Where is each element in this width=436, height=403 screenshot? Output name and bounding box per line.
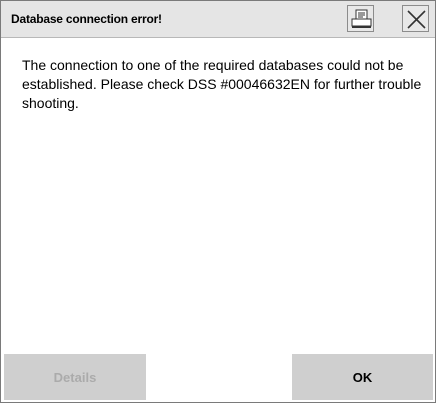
details-button-label: Details xyxy=(53,369,97,385)
close-button[interactable] xyxy=(402,5,429,32)
close-icon xyxy=(407,10,426,29)
print-button[interactable] xyxy=(347,5,374,32)
error-message: The connection to one of the required da… xyxy=(22,57,422,111)
dialog-titlebar: Database connection error! xyxy=(1,1,435,38)
ok-button[interactable]: OK xyxy=(292,354,433,400)
ok-button-label: OK xyxy=(352,369,373,385)
details-button[interactable]: Details xyxy=(4,354,146,400)
printer-icon xyxy=(351,9,372,28)
dialog-title: Database connection error! xyxy=(11,12,162,26)
error-dialog: Database connection error! The connectio… xyxy=(0,0,436,403)
